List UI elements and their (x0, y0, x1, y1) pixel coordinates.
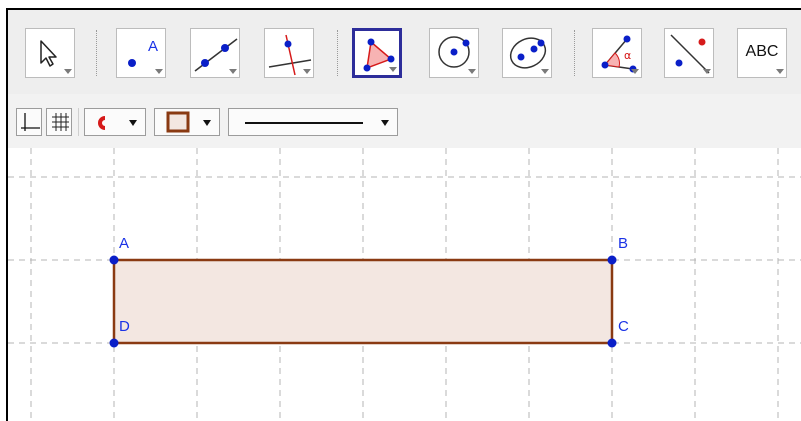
angle-tool-button[interactable]: α (592, 28, 642, 78)
fill-style-dropdown[interactable] (154, 108, 220, 136)
tool-menu-arrow-icon (303, 69, 311, 74)
point-c-label: C (618, 318, 629, 335)
axes-icon (21, 113, 40, 131)
tool-menu-arrow-icon (468, 69, 476, 74)
move-tool-button[interactable] (25, 28, 75, 78)
polygon-icon (363, 38, 395, 72)
point-a-label: A (119, 235, 129, 252)
point-b[interactable] (607, 255, 617, 265)
line-style-icon (245, 122, 363, 124)
point-c[interactable] (607, 338, 617, 348)
toolbar: A α ABC (8, 10, 801, 94)
line-style-dropdown[interactable] (228, 108, 398, 136)
reflect-tool-button[interactable] (664, 28, 714, 78)
circle-tool-button[interactable] (429, 28, 479, 78)
tool-menu-arrow-icon (229, 69, 237, 74)
point-a[interactable] (109, 255, 119, 265)
tool-menu-arrow-icon (64, 69, 72, 74)
color-icon (98, 116, 106, 130)
tool-menu-arrow-icon (703, 69, 711, 74)
grid-toggle-button[interactable] (46, 108, 72, 136)
ellipse-tool-button[interactable] (502, 28, 552, 78)
dropdown-arrow-icon (129, 120, 137, 126)
graphics-canvas[interactable]: A B C D (8, 148, 801, 421)
text-tool-button[interactable]: ABC (737, 28, 787, 78)
tool-menu-arrow-icon (541, 69, 549, 74)
toolbar-separator (574, 30, 575, 76)
style-bar (8, 94, 801, 148)
polygon-abcd[interactable] (112, 258, 614, 345)
point-d-label: D (119, 318, 130, 335)
point-tool-button[interactable]: A (116, 28, 166, 78)
app-window: A α ABC A B C D (6, 8, 801, 421)
point-b-label: B (618, 235, 628, 252)
angle-icon-label: α (624, 49, 631, 62)
color-dropdown[interactable] (84, 108, 146, 136)
graphics-view[interactable]: A B C D (8, 148, 801, 421)
dropdown-arrow-icon (381, 120, 389, 126)
point-d[interactable] (109, 338, 119, 348)
axes-toggle-button[interactable] (16, 108, 42, 136)
toolbar-separator (96, 30, 97, 76)
tool-menu-arrow-icon (389, 67, 397, 72)
dropdown-arrow-icon (203, 120, 211, 126)
tool-menu-arrow-icon (776, 69, 784, 74)
toolbar-separator (337, 30, 338, 76)
polygon-tool-button[interactable] (352, 28, 402, 78)
tool-menu-arrow-icon (631, 69, 639, 74)
style-bar-separator (78, 108, 79, 136)
fill-style-icon (166, 111, 190, 133)
point-icon-label: A (148, 38, 158, 55)
tool-menu-arrow-icon (155, 69, 163, 74)
line-tool-button[interactable] (190, 28, 240, 78)
grid-icon (52, 113, 69, 131)
perpendicular-line-tool-button[interactable] (264, 28, 314, 78)
